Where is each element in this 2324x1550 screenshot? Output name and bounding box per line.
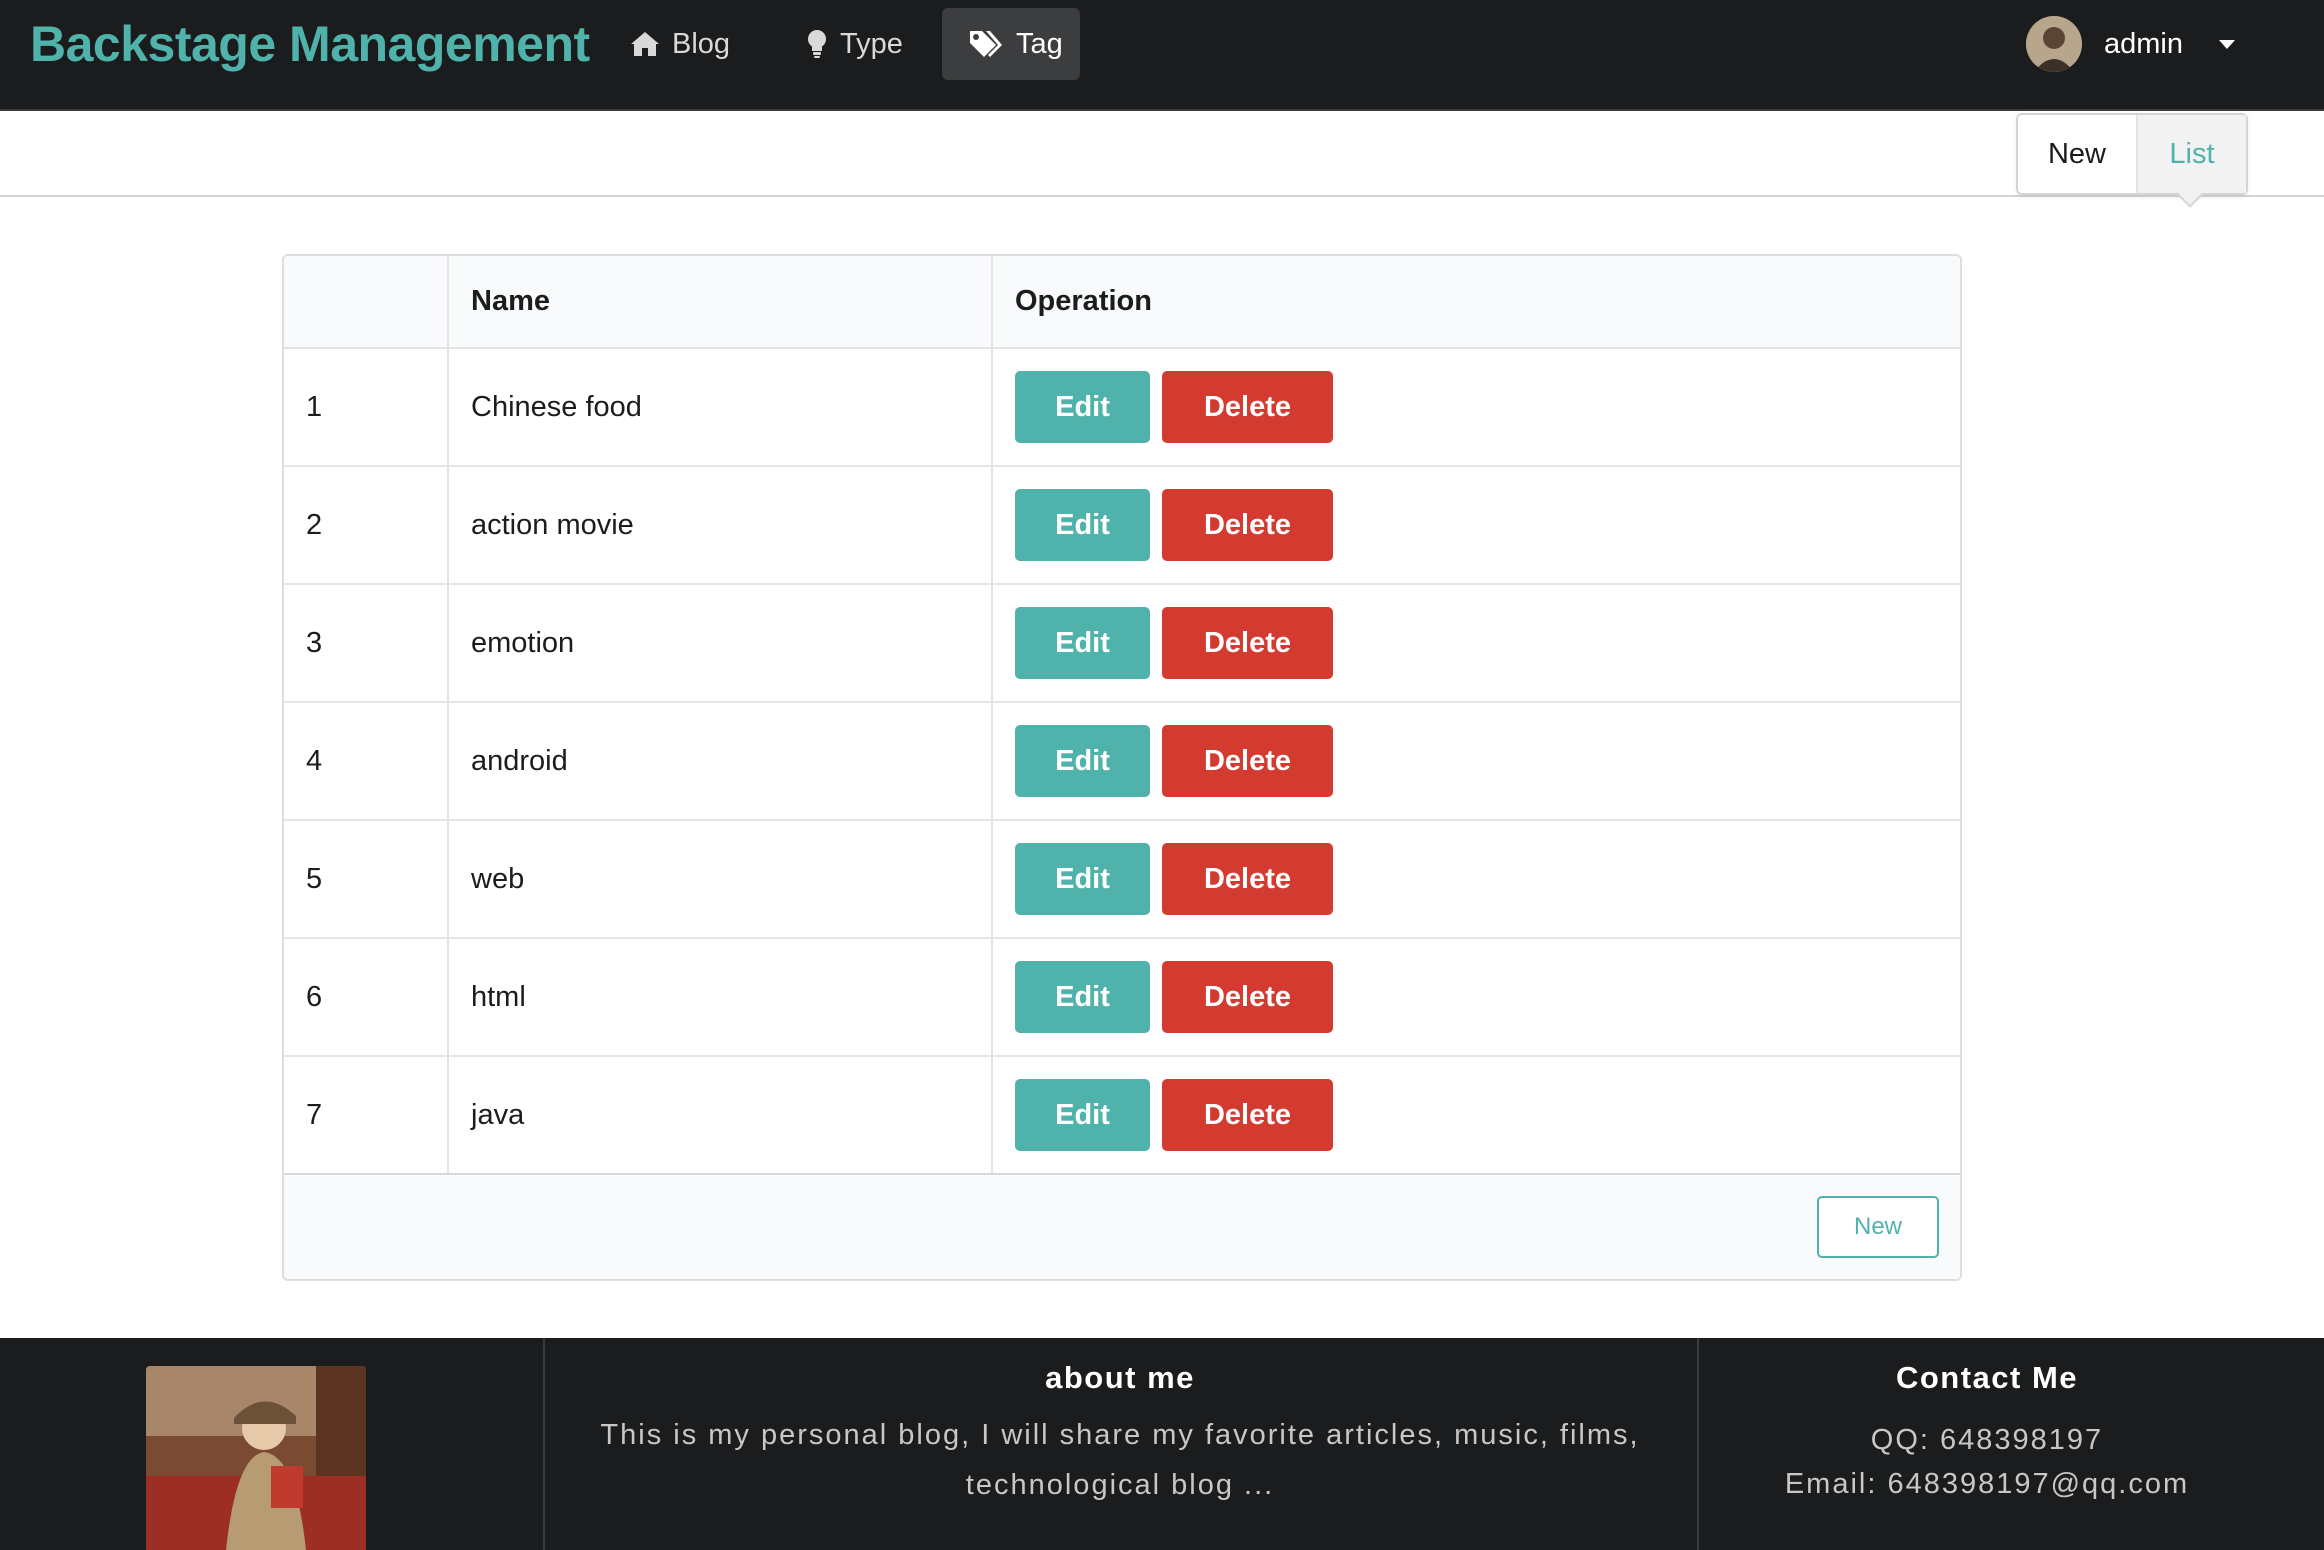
delete-button[interactable]: Delete — [1162, 843, 1333, 915]
row-operations: Edit Delete — [991, 820, 1960, 939]
table-row: 7 java Edit Delete — [284, 1056, 1960, 1175]
table-row: 4 android Edit Delete — [284, 702, 1960, 821]
edit-button[interactable]: Edit — [1015, 489, 1150, 561]
home-icon — [630, 30, 660, 58]
delete-button[interactable]: Delete — [1162, 1079, 1333, 1151]
row-operations: Edit Delete — [991, 938, 1960, 1057]
view-tabs: New List — [2016, 113, 2248, 195]
table-row: 2 action movie Edit Delete — [284, 466, 1960, 585]
nav-item-blog[interactable]: Blog — [604, 8, 756, 80]
about-me-text: This is my personal blog, I will share m… — [600, 1419, 1640, 1501]
top-nav-bar: Backstage Management Blog Type Tag admin — [0, 0, 2324, 111]
contact-me-title: Contact Me — [1895, 1360, 2079, 1395]
row-operations: Edit Delete — [991, 348, 1960, 467]
page-footer: about me This is my personal blog, I wil… — [0, 1338, 2324, 1550]
delete-button[interactable]: Delete — [1162, 371, 1333, 443]
table-footer: New — [284, 1176, 1960, 1279]
avatar[interactable] — [2026, 16, 2082, 72]
tag-name: web — [447, 820, 992, 939]
edit-button[interactable]: Edit — [1015, 843, 1150, 915]
row-operations: Edit Delete — [991, 584, 1960, 703]
column-header-operation: Operation — [991, 256, 1960, 349]
footer-photo — [146, 1366, 366, 1550]
edit-button[interactable]: Edit — [1015, 961, 1150, 1033]
tab-list[interactable]: List — [2136, 115, 2246, 193]
column-header-index — [284, 256, 448, 349]
contact-email[interactable]: Email: 648398197@qq.com — [1697, 1464, 2277, 1504]
secondary-menu: New List — [0, 111, 2324, 208]
table-row: 1 Chinese food Edit Delete — [284, 348, 1960, 467]
tag-name: html — [447, 938, 992, 1057]
row-index: 5 — [284, 820, 448, 939]
tag-name: Chinese food — [447, 348, 992, 467]
brand-title[interactable]: Backstage Management — [30, 14, 590, 74]
tag-name: emotion — [447, 584, 992, 703]
delete-button[interactable]: Delete — [1162, 961, 1333, 1033]
table-row: 5 web Edit Delete — [284, 820, 1960, 939]
nav-item-type[interactable]: Type — [780, 8, 929, 80]
nav-item-label: Tag — [1016, 27, 1063, 60]
edit-button[interactable]: Edit — [1015, 725, 1150, 797]
row-operations: Edit Delete — [991, 466, 1960, 585]
about-me-title: about me — [1045, 1360, 1195, 1395]
user-menu[interactable]: admin — [2026, 14, 2235, 74]
delete-button[interactable]: Delete — [1162, 725, 1333, 797]
new-tag-button[interactable]: New — [1817, 1196, 1939, 1258]
row-index: 7 — [284, 1056, 448, 1175]
tag-table: Name Operation 1 Chinese food Edit Delete 2 a… — [284, 256, 1960, 1175]
nav-item-label: Type — [840, 27, 903, 60]
tags-icon — [968, 29, 1004, 59]
table-row: 3 emotion Edit Delete — [284, 584, 1960, 703]
edit-button[interactable]: Edit — [1015, 607, 1150, 679]
contact-qq: QQ: 648398197 — [1870, 1424, 2104, 1456]
tab-new[interactable]: New — [2018, 115, 2136, 193]
lightbulb-icon — [806, 29, 828, 59]
tag-name: android — [447, 702, 992, 821]
chevron-down-icon[interactable] — [2219, 39, 2235, 49]
row-index: 6 — [284, 938, 448, 1057]
row-index: 3 — [284, 584, 448, 703]
tag-table-container: Name Operation 1 Chinese food Edit Delete 2 a… — [282, 254, 1962, 1281]
edit-button[interactable]: Edit — [1015, 1079, 1150, 1151]
delete-button[interactable]: Delete — [1162, 607, 1333, 679]
edit-button[interactable]: Edit — [1015, 371, 1150, 443]
tag-name: action movie — [447, 466, 992, 585]
user-name: admin — [2104, 27, 2183, 60]
row-operations: Edit Delete — [991, 702, 1960, 821]
tag-name: java — [447, 1056, 992, 1175]
nav-item-tag[interactable]: Tag — [942, 8, 1080, 80]
row-index: 1 — [284, 348, 448, 467]
column-header-name: Name — [447, 256, 992, 349]
row-index: 4 — [284, 702, 448, 821]
table-row: 6 html Edit Delete — [284, 938, 1960, 1057]
row-index: 2 — [284, 466, 448, 585]
row-operations: Edit Delete — [991, 1056, 1960, 1175]
table-header-row: Name Operation — [284, 256, 1960, 349]
nav-item-label: Blog — [672, 27, 731, 60]
delete-button[interactable]: Delete — [1162, 489, 1333, 561]
